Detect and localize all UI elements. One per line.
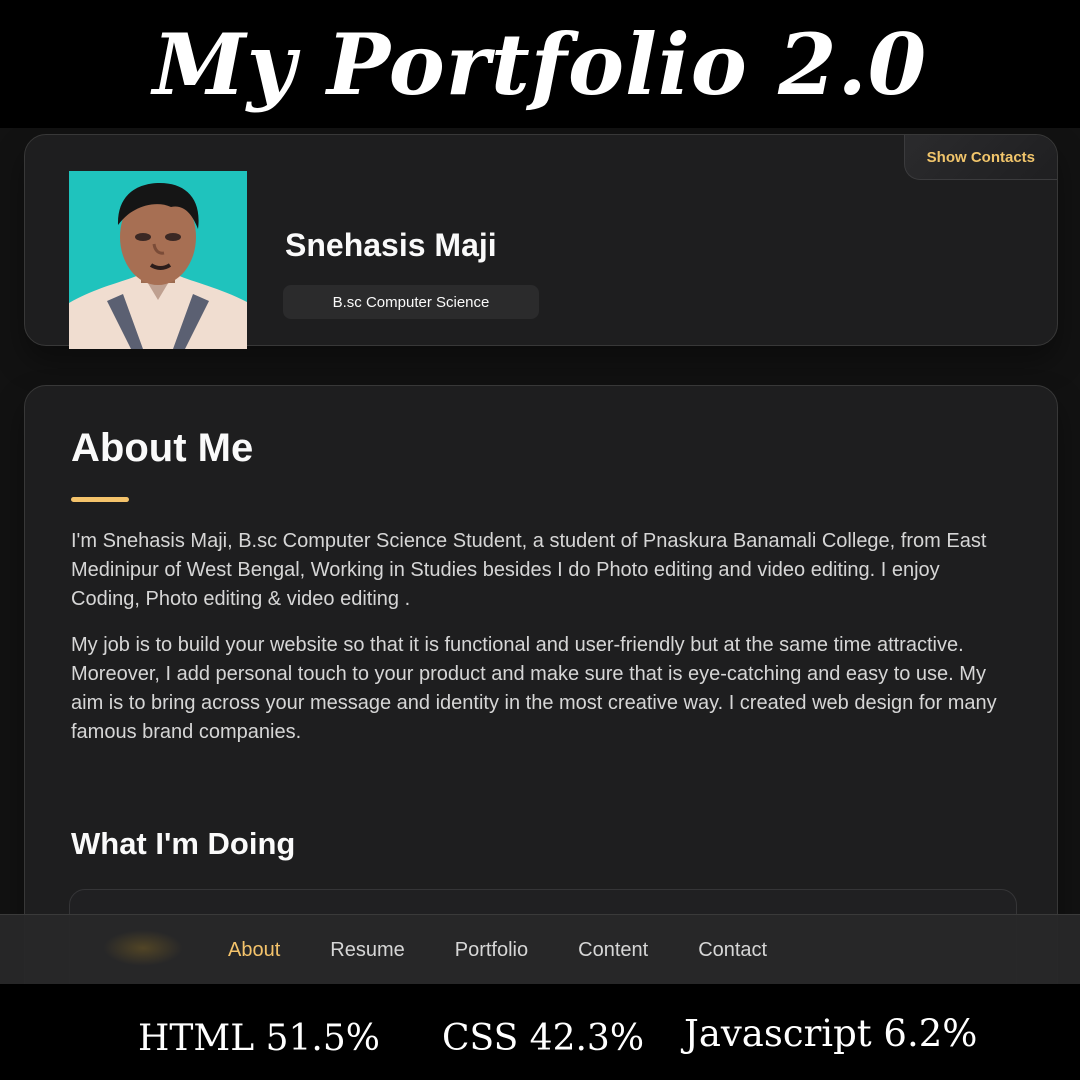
profile-avatar xyxy=(69,171,247,349)
profile-title-badge: B.sc Computer Science xyxy=(283,285,539,319)
nav-content[interactable]: Content xyxy=(578,939,648,962)
navbar-glow xyxy=(103,930,183,966)
avatar-portrait-image xyxy=(69,171,247,349)
top-banner: My Portfolio 2.0 xyxy=(0,0,1080,128)
title-underline xyxy=(71,497,129,502)
nav-about[interactable]: About xyxy=(228,939,280,962)
profile-card: Show Contacts Snehasis Maji B.sc Compute… xyxy=(24,134,1058,349)
about-title: About Me xyxy=(71,426,254,470)
what-im-doing-title: What I'm Doing xyxy=(71,826,296,861)
language-stats-bar: HTML 51.5% CSS 42.3% Javascript 6.2% xyxy=(0,984,1080,1080)
stat-css: CSS 42.3% xyxy=(442,1018,645,1059)
bottom-navbar: About Resume Portfolio Content Contact xyxy=(0,914,1080,985)
navbar-items: About Resume Portfolio Content Contact xyxy=(203,915,792,985)
about-paragraph: I'm Snehasis Maji, B.sc Computer Science… xyxy=(71,530,987,610)
profile-name: Snehasis Maji xyxy=(285,227,497,263)
stat-html: HTML 51.5% xyxy=(138,1018,380,1059)
show-contacts-button[interactable]: Show Contacts xyxy=(903,135,1057,180)
nav-portfolio[interactable]: Portfolio xyxy=(455,939,528,962)
nav-contact[interactable]: Contact xyxy=(698,939,767,962)
about-paragraph: My job is to build your website so that … xyxy=(71,634,997,743)
about-card: About Me I'm Snehasis Maji, B.sc Compute… xyxy=(24,385,1058,1011)
portfolio-page: Show Contacts Snehasis Maji B.sc Compute… xyxy=(0,128,1080,1011)
nav-resume[interactable]: Resume xyxy=(330,939,404,962)
stat-javascript: Javascript 6.2% xyxy=(684,1012,978,1055)
banner-title: My Portfolio 2.0 xyxy=(152,14,928,114)
